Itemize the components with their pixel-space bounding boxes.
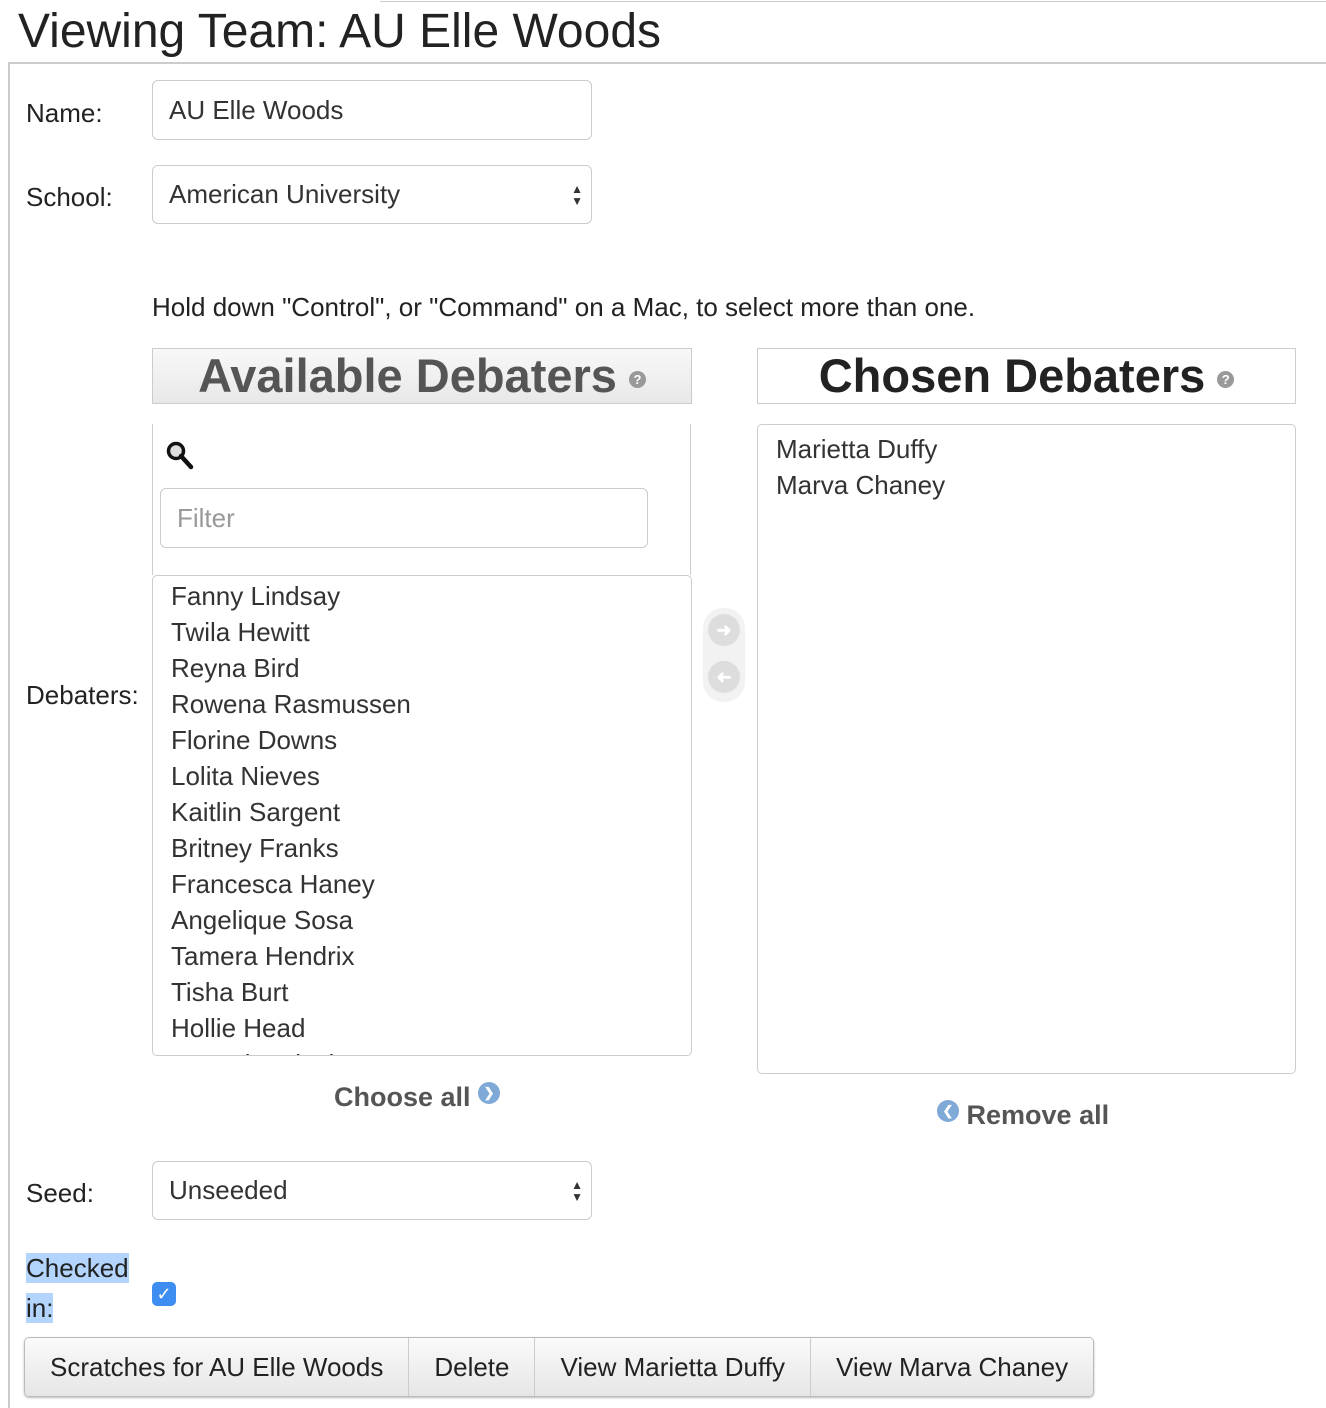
list-item[interactable]: Tamera Hendrix — [171, 938, 691, 974]
list-item[interactable]: Tisha Burt — [171, 974, 691, 1010]
seed-label: Seed: — [26, 1178, 94, 1208]
school-select[interactable]: American University ▲ ▼ — [152, 165, 592, 224]
divider — [8, 62, 1326, 64]
available-title: Available Debaters — [198, 349, 617, 402]
seed-select[interactable]: Unseeded ▲ ▼ — [152, 1161, 592, 1220]
list-item[interactable]: Rowena Rasmussen — [171, 686, 691, 722]
list-item[interactable]: Marguita Finch — [171, 1046, 691, 1055]
list-item[interactable]: Hollie Head — [171, 1010, 691, 1046]
seed-value: Unseeded — [169, 1175, 288, 1205]
name-label: Name: — [26, 98, 103, 128]
arrow-left-icon: ❮ — [937, 1100, 959, 1122]
chosen-list[interactable]: Marietta Duffy Marva Chaney — [757, 424, 1296, 1074]
select-arrows-icon: ▲ ▼ — [571, 181, 583, 208]
list-item[interactable]: Angelique Sosa — [171, 902, 691, 938]
search-icon — [166, 441, 194, 470]
help-icon[interactable]: ? — [1217, 371, 1235, 389]
divider — [380, 1, 1326, 2]
list-item[interactable]: Twila Hewitt — [171, 614, 691, 650]
add-arrow-icon[interactable]: ➜ — [708, 614, 740, 646]
chosen-title: Chosen Debaters — [818, 349, 1206, 402]
remove-all-button[interactable]: ❮ Remove all — [937, 1100, 1109, 1131]
list-item[interactable]: Florine Downs — [171, 722, 691, 758]
choose-all-button[interactable]: Choose all ❯ — [334, 1082, 501, 1113]
divider — [8, 62, 10, 1408]
remove-arrow-icon[interactable]: ➜ — [708, 661, 740, 693]
list-item[interactable]: Reyna Bird — [171, 650, 691, 686]
scratches-button[interactable]: Scratches for AU Elle Woods — [25, 1338, 410, 1396]
checked-in-label: Checked in: — [26, 1248, 138, 1328]
list-item[interactable]: Kaitlin Sargent — [171, 794, 691, 830]
list-item[interactable]: Fanny Lindsay — [171, 578, 691, 614]
arrow-right-icon: ❯ — [478, 1082, 501, 1104]
debaters-label: Debaters: — [26, 680, 139, 710]
school-value: American University — [169, 179, 401, 209]
select-arrows-icon: ▲ ▼ — [571, 1177, 583, 1204]
checked-in-checkbox[interactable]: ✓ — [152, 1282, 176, 1306]
view-marva-chaney-button[interactable]: View Marva Chaney — [810, 1338, 1094, 1396]
available-list[interactable]: Fanny Lindsay Twila Hewitt Reyna Bird Rowen… — [152, 575, 692, 1056]
remove-all-label: Remove all — [966, 1100, 1110, 1130]
help-icon[interactable]: ? — [628, 371, 646, 389]
choose-all-label: Choose all — [334, 1082, 471, 1112]
delete-button[interactable]: Delete — [409, 1338, 536, 1396]
page-title: Viewing Team: AU Elle Woods — [18, 5, 662, 58]
list-item[interactable]: Marva Chaney — [776, 467, 1295, 503]
help-text: Hold down "Control", or "Command" on a M… — [152, 292, 976, 322]
name-input[interactable]: AU Elle Woods — [152, 80, 592, 140]
move-buttons: ➜ ➜ — [703, 608, 745, 702]
view-marietta-duffy-button[interactable]: View Marietta Duffy — [535, 1338, 811, 1396]
school-label: School: — [26, 182, 113, 212]
available-header: Available Debaters? — [152, 348, 692, 404]
chosen-header: Chosen Debaters? — [757, 348, 1296, 404]
list-item[interactable]: Britney Franks — [171, 830, 691, 866]
checked-in-text: Checked in: — [26, 1253, 129, 1323]
action-buttons: Scratches for AU Elle Woods Delete View … — [24, 1337, 1095, 1397]
list-item[interactable]: Lolita Nieves — [171, 758, 691, 794]
list-item[interactable]: Marietta Duffy — [776, 431, 1295, 467]
list-item[interactable]: Francesca Haney — [171, 866, 691, 902]
filter-input[interactable]: Filter — [160, 488, 648, 548]
